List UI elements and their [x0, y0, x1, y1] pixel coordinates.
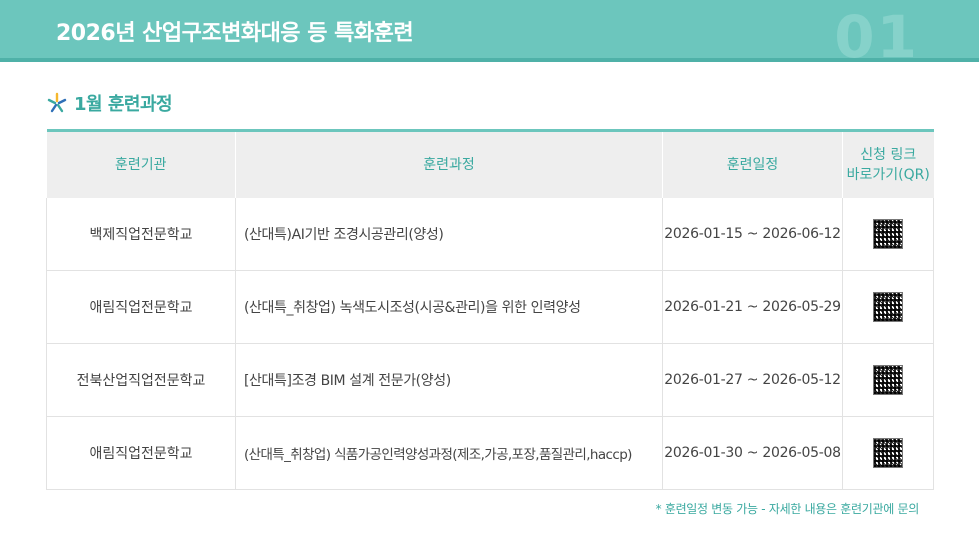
course-cell: (산대특)AI기반 조경시공관리(양성): [235, 198, 663, 271]
schedule-notice: * 훈련일정 변동 가능 - 자세한 내용은 훈련기관에 문의: [655, 502, 920, 516]
section-title: 1월 훈련과정: [74, 94, 173, 115]
page-title: 2026년 산업구조변화대응 등 특화훈련: [56, 21, 414, 46]
column-header-qr: 신청 링크 바로가기(QR): [842, 130, 934, 198]
course-cell: (산대특_취창업) 녹색도시조성(시공&관리)을 위한 인력양성: [235, 270, 663, 344]
section-heading: 1월 훈련과정: [46, 90, 173, 116]
qr-cell: [842, 198, 934, 271]
table-row: 전북산업직업전문학교 [산대특]조경 BIM 설계 전문가(양성) 2026-0…: [46, 343, 934, 417]
qr-code-icon[interactable]: [873, 292, 903, 322]
qr-code-icon[interactable]: [873, 219, 903, 249]
sparkle-icon: [47, 92, 67, 113]
institution-cell: 애림직업전문학교: [46, 416, 236, 490]
qr-cell: [842, 270, 934, 344]
header-bar: 2026년 산업구조변화대응 등 특화훈련 01: [0, 0, 979, 62]
schedule-cell: 2026-01-21 ~ 2026-05-29: [662, 270, 843, 344]
table-header-row: 훈련기관 훈련과정 훈련일정 신청 링크 바로가기(QR): [46, 130, 934, 198]
qr-cell: [842, 343, 934, 417]
table-row: 백제직업전문학교 (산대특)AI기반 조경시공관리(양성) 2026-01-15…: [46, 198, 934, 271]
schedule-cell: 2026-01-15 ~ 2026-06-12: [662, 198, 843, 271]
table-row: 애림직업전문학교 (산대특_취창업) 식품가공인력양성과정(제조,가공,포장,품…: [46, 416, 934, 490]
column-header-schedule: 훈련일정: [662, 130, 843, 198]
institution-cell: 전북산업직업전문학교: [46, 343, 236, 417]
course-cell: (산대특_취창업) 식품가공인력양성과정(제조,가공,포장,품질관리,haccp…: [235, 416, 663, 490]
course-cell: [산대특]조경 BIM 설계 전문가(양성): [235, 343, 663, 417]
qr-code-icon[interactable]: [873, 438, 903, 468]
institution-cell: 애림직업전문학교: [46, 270, 236, 344]
page-number: 01: [834, 3, 919, 62]
table-row: 애림직업전문학교 (산대특_취창업) 녹색도시조성(시공&관리)을 위한 인력양…: [46, 270, 934, 344]
institution-cell: 백제직업전문학교: [46, 198, 236, 271]
column-header-institution: 훈련기관: [46, 130, 236, 198]
column-header-course: 훈련과정: [235, 130, 663, 198]
schedule-cell: 2026-01-27 ~ 2026-05-12: [662, 343, 843, 417]
qr-header-label: 신청 링크 바로가기(QR): [846, 147, 930, 183]
training-table: 훈련기관 훈련과정 훈련일정 신청 링크 바로가기(QR) 백제직업전문학교 (…: [46, 129, 934, 490]
schedule-cell: 2026-01-30 ~ 2026-05-08: [662, 416, 843, 490]
qr-cell: [842, 416, 934, 490]
qr-code-icon[interactable]: [873, 365, 903, 395]
